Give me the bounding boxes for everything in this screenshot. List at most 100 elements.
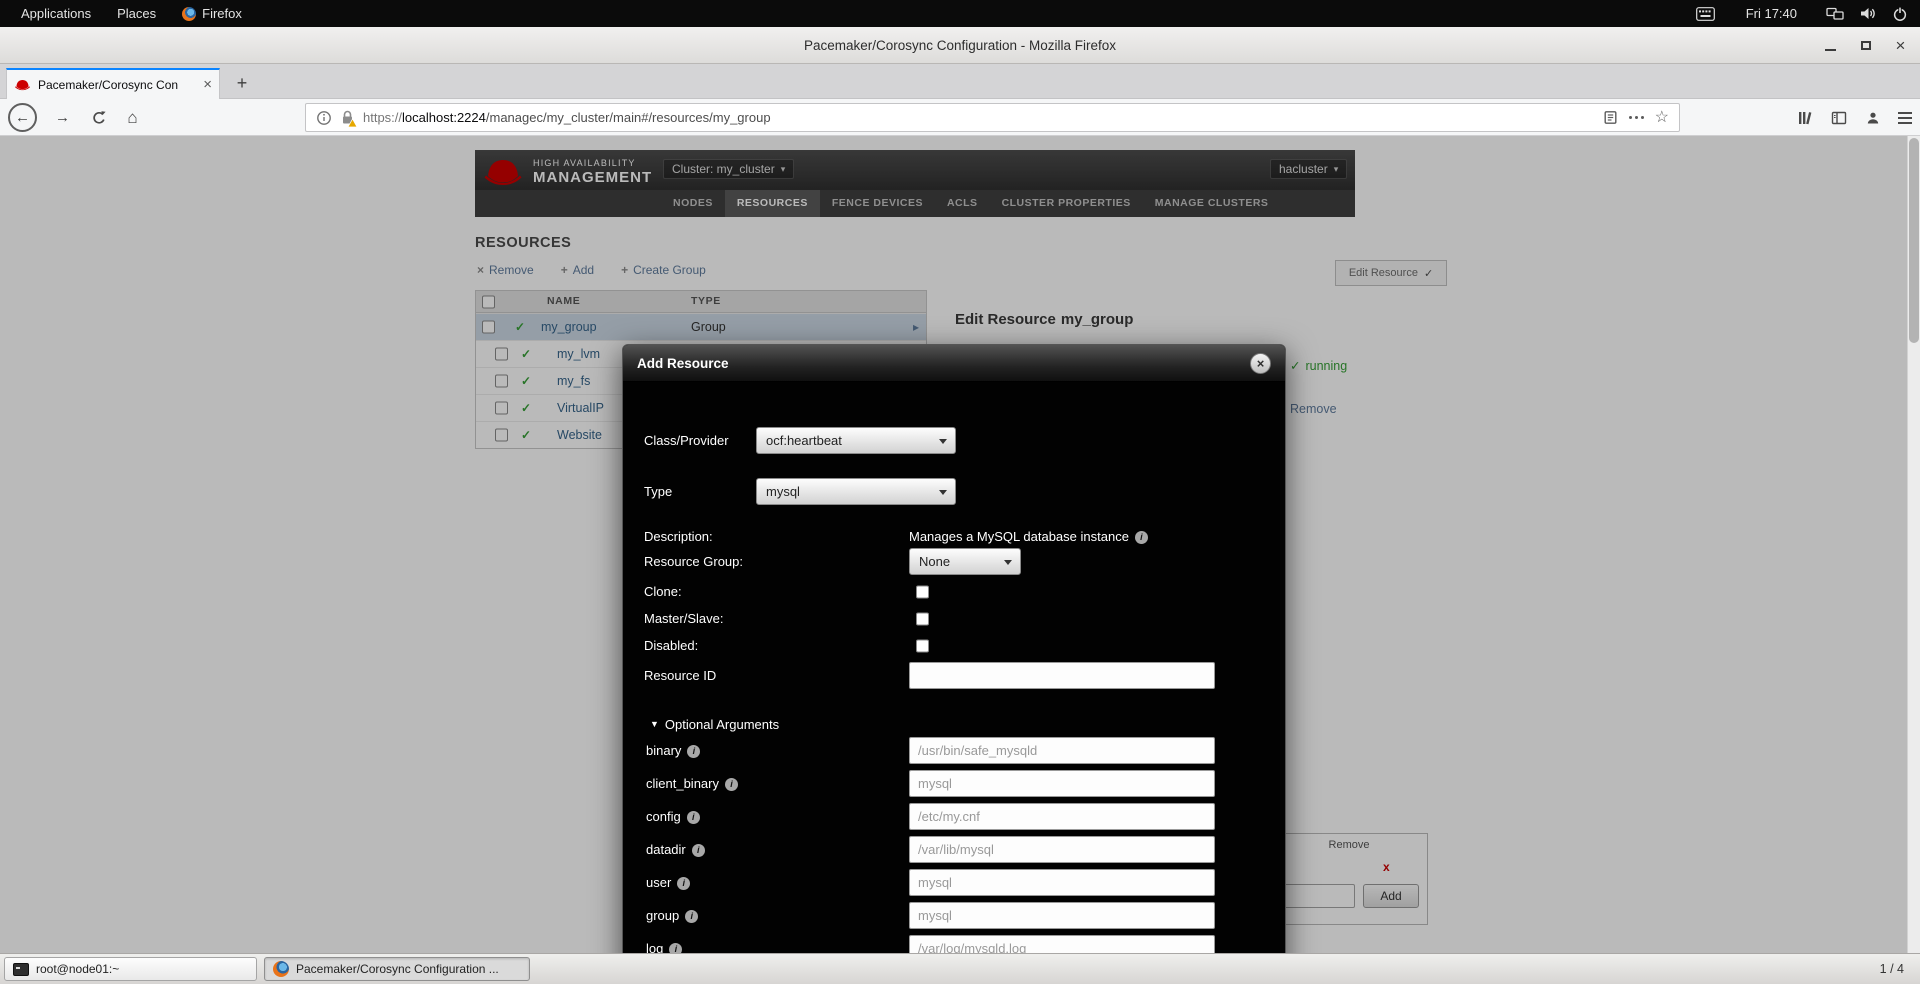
arg-name: user: [646, 875, 672, 890]
back-icon: ←: [15, 109, 30, 126]
arg-label: user i: [646, 869, 691, 897]
minimize-button[interactable]: [1817, 32, 1844, 59]
url-path: /managec/my_cluster/main#/resources/my_g…: [485, 110, 771, 125]
description-label: Description:: [644, 529, 713, 544]
client-binary-input[interactable]: [909, 770, 1215, 797]
arg-label: binary i: [646, 737, 701, 765]
clone-checkbox[interactable]: [916, 585, 929, 598]
master-slave-row: Master/Slave:: [623, 605, 1285, 632]
info-icon[interactable]: i: [691, 844, 705, 857]
network-icon[interactable]: [1826, 7, 1844, 21]
resource-id-row: Resource ID: [623, 662, 1285, 690]
tab-favicon-icon: [15, 80, 30, 91]
resource-group-label: Resource Group:: [644, 554, 743, 569]
datadir-input[interactable]: [909, 836, 1215, 863]
taskbar-terminal-window[interactable]: root@node01:~: [4, 957, 257, 981]
type-select[interactable]: mysql: [756, 478, 956, 505]
info-icon[interactable]: i: [669, 943, 683, 953]
triangle-down-icon: ▼: [650, 719, 659, 729]
optional-arguments-toggle[interactable]: ▼ Optional Arguments: [650, 711, 779, 738]
dialog-titlebar[interactable]: Add Resource ×: [623, 345, 1285, 382]
forward-icon: →: [55, 109, 70, 126]
class-provider-value: ocf:heartbeat: [766, 433, 842, 448]
page-actions-icon[interactable]: [1627, 116, 1646, 119]
arg-name: binary: [646, 743, 682, 758]
library-button[interactable]: [1790, 103, 1819, 132]
taskbar-browser-window[interactable]: Pacemaker/Corosync Configuration ...: [264, 957, 530, 981]
info-icon[interactable]: i: [685, 910, 699, 923]
optional-arg-row-binary: binary i: [623, 737, 1285, 765]
workspace-indicator[interactable]: 1 / 4: [1880, 954, 1904, 984]
window-title: Pacemaker/Corosync Configuration - Mozil…: [803, 38, 1117, 53]
info-icon[interactable]: i: [1134, 531, 1148, 544]
browser-tab[interactable]: Pacemaker/Corosync Con ×: [6, 68, 220, 99]
chevron-down-icon: [939, 490, 947, 495]
resource-id-input[interactable]: [909, 662, 1215, 689]
firefox-appmenu[interactable]: Firefox: [169, 0, 255, 27]
disabled-checkbox[interactable]: [916, 639, 929, 652]
user-input[interactable]: [909, 869, 1215, 896]
type-row: Type mysql: [623, 478, 1285, 505]
home-icon: ⌂: [127, 107, 138, 127]
bookmark-star-icon[interactable]: ☆: [1655, 109, 1669, 126]
arg-name: group: [646, 908, 680, 923]
reload-button[interactable]: [84, 103, 113, 132]
maximize-button[interactable]: [1852, 32, 1879, 59]
library-icon: [1798, 111, 1811, 124]
page-info-icon[interactable]: [316, 110, 332, 126]
type-label: Type: [644, 484, 673, 499]
terminal-window-label: root@node01:~: [36, 962, 120, 976]
terminal-icon: [13, 962, 29, 976]
config-input[interactable]: [909, 803, 1215, 830]
applications-menu[interactable]: Applications: [8, 0, 104, 27]
resource-group-value: None: [919, 554, 951, 569]
vertical-scrollbar[interactable]: [1907, 136, 1920, 953]
applications-label: Applications: [21, 6, 92, 21]
dialog-close-button[interactable]: ×: [1250, 352, 1271, 374]
info-icon[interactable]: i: [725, 778, 738, 791]
back-button[interactable]: ←: [8, 103, 37, 132]
optional-arg-row-log: log i: [623, 935, 1285, 953]
master-slave-checkbox[interactable]: [916, 612, 929, 625]
new-tab-button[interactable]: +: [228, 70, 256, 98]
maximize-icon: [1860, 41, 1871, 50]
clone-label: Clone:: [644, 584, 682, 599]
info-icon[interactable]: i: [686, 811, 700, 824]
account-button[interactable]: [1858, 103, 1887, 132]
power-icon[interactable]: [1892, 6, 1908, 22]
arg-name: datadir: [646, 842, 686, 857]
reader-mode-icon[interactable]: [1603, 110, 1618, 125]
forward-button[interactable]: →: [48, 103, 77, 132]
connection-security-icon[interactable]: [341, 110, 357, 127]
home-button[interactable]: ⌂: [118, 103, 147, 132]
arg-name: client_binary: [646, 776, 719, 791]
places-menu[interactable]: Places: [104, 0, 169, 27]
volume-icon[interactable]: [1859, 6, 1877, 21]
url-host: localhost:2224: [402, 110, 486, 125]
url-text: https://localhost:2224/managec/my_cluste…: [363, 110, 1594, 125]
arg-label: group i: [646, 902, 699, 930]
menu-button[interactable]: [1890, 103, 1919, 132]
url-bar[interactable]: https://localhost:2224/managec/my_cluste…: [305, 103, 1680, 132]
resource-description: Manages a MySQL database instance i: [909, 523, 1148, 550]
info-icon[interactable]: i: [687, 745, 701, 758]
log-input[interactable]: [909, 935, 1215, 953]
account-icon: [1867, 112, 1878, 123]
tab-title: Pacemaker/Corosync Con: [38, 77, 179, 92]
binary-input[interactable]: [909, 737, 1215, 764]
class-provider-row: Class/Provider ocf:heartbeat: [623, 427, 1285, 454]
info-icon[interactable]: i: [677, 877, 691, 890]
class-provider-select[interactable]: ocf:heartbeat: [756, 427, 956, 454]
keyboard-layout-icon[interactable]: [1695, 6, 1715, 21]
group-input[interactable]: [909, 902, 1215, 929]
scrollbar-thumb[interactable]: [1909, 138, 1919, 343]
url-scheme: https://: [363, 110, 403, 125]
clock[interactable]: Fri 17:40: [1746, 6, 1797, 21]
firefox-title-bar[interactable]: Pacemaker/Corosync Configuration - Mozil…: [0, 27, 1920, 64]
resource-group-select[interactable]: None: [909, 548, 1021, 575]
sidebar-button[interactable]: [1824, 103, 1853, 132]
tab-close-icon[interactable]: ×: [203, 77, 212, 92]
optional-arg-row-config: config i: [623, 803, 1285, 831]
optional-arg-row-group: group i: [623, 902, 1285, 930]
close-button[interactable]: ×: [1887, 32, 1914, 59]
